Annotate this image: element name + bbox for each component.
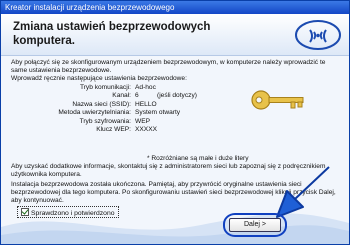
setting-value: WEP bbox=[135, 117, 151, 125]
key-icon bbox=[251, 90, 304, 110]
confirm-checkbox-row[interactable]: Sprawdzono i potwierdzono bbox=[17, 206, 119, 218]
setting-key: Metoda uwierzytelniania: bbox=[58, 109, 131, 117]
setting-value: 6 bbox=[135, 92, 139, 100]
setting-row-encryption: Tryb szyfrowania: WEP bbox=[11, 118, 251, 126]
setting-row-wep-key: Klucz WEP: XXXXX bbox=[11, 126, 251, 134]
setting-row-mode: Tryb komunikacji: Ad-hoc bbox=[11, 84, 251, 92]
setting-note: (jeśli dotyczy) bbox=[157, 92, 197, 100]
wizard-window: Kreator instalacji urządzenia bezprzewod… bbox=[0, 0, 350, 245]
setting-key: Nazwa sieci (SSID): bbox=[72, 100, 131, 108]
setting-row-channel: Kanał: 6 (jeśli dotyczy) bbox=[11, 92, 251, 100]
next-button[interactable]: Dalej > bbox=[229, 218, 281, 232]
setting-key: Tryb komunikacji: bbox=[79, 84, 131, 91]
manual-entry-text: Wprowadź ręcznie następujące ustawienia … bbox=[11, 75, 187, 82]
setting-row-auth: Metoda uwierzytelniania: System otwarty bbox=[11, 109, 251, 117]
case-sensitivity-note: * Rozróżniane są małe i duże litery bbox=[147, 155, 249, 162]
intro-text: Aby połączyć się ze skonfigurowanym urzą… bbox=[11, 59, 326, 74]
wizard-header: Zmiana ustawień bezprzewodowych komputer… bbox=[1, 14, 349, 56]
confirm-checkbox-label: Sprawdzono i potwierdzono bbox=[31, 210, 115, 217]
setting-key: Klucz WEP: bbox=[96, 125, 131, 133]
pointer-arrow-icon bbox=[276, 166, 330, 218]
settings-list: Tryb komunikacji: Ad-hoc Kanał: 6 (jeśli… bbox=[11, 84, 251, 134]
page-title: Zmiana ustawień bezprzewodowych komputer… bbox=[13, 21, 211, 47]
setting-row-ssid: Nazwa sieci (SSID): HELLO bbox=[11, 101, 251, 109]
setting-value: System otwarty bbox=[135, 109, 181, 117]
setting-value: HELLO bbox=[135, 100, 157, 108]
wireless-signal-icon bbox=[295, 20, 341, 50]
confirm-checkbox[interactable] bbox=[21, 208, 29, 216]
setting-key: Tryb szyfrowania: bbox=[79, 117, 131, 125]
setting-value: Ad-hoc bbox=[135, 84, 156, 91]
setting-key: Kanał: bbox=[112, 92, 131, 100]
setting-value: XXXXX bbox=[135, 125, 157, 133]
window-title-bar: Kreator instalacji urządzenia bezprzewod… bbox=[1, 1, 349, 14]
